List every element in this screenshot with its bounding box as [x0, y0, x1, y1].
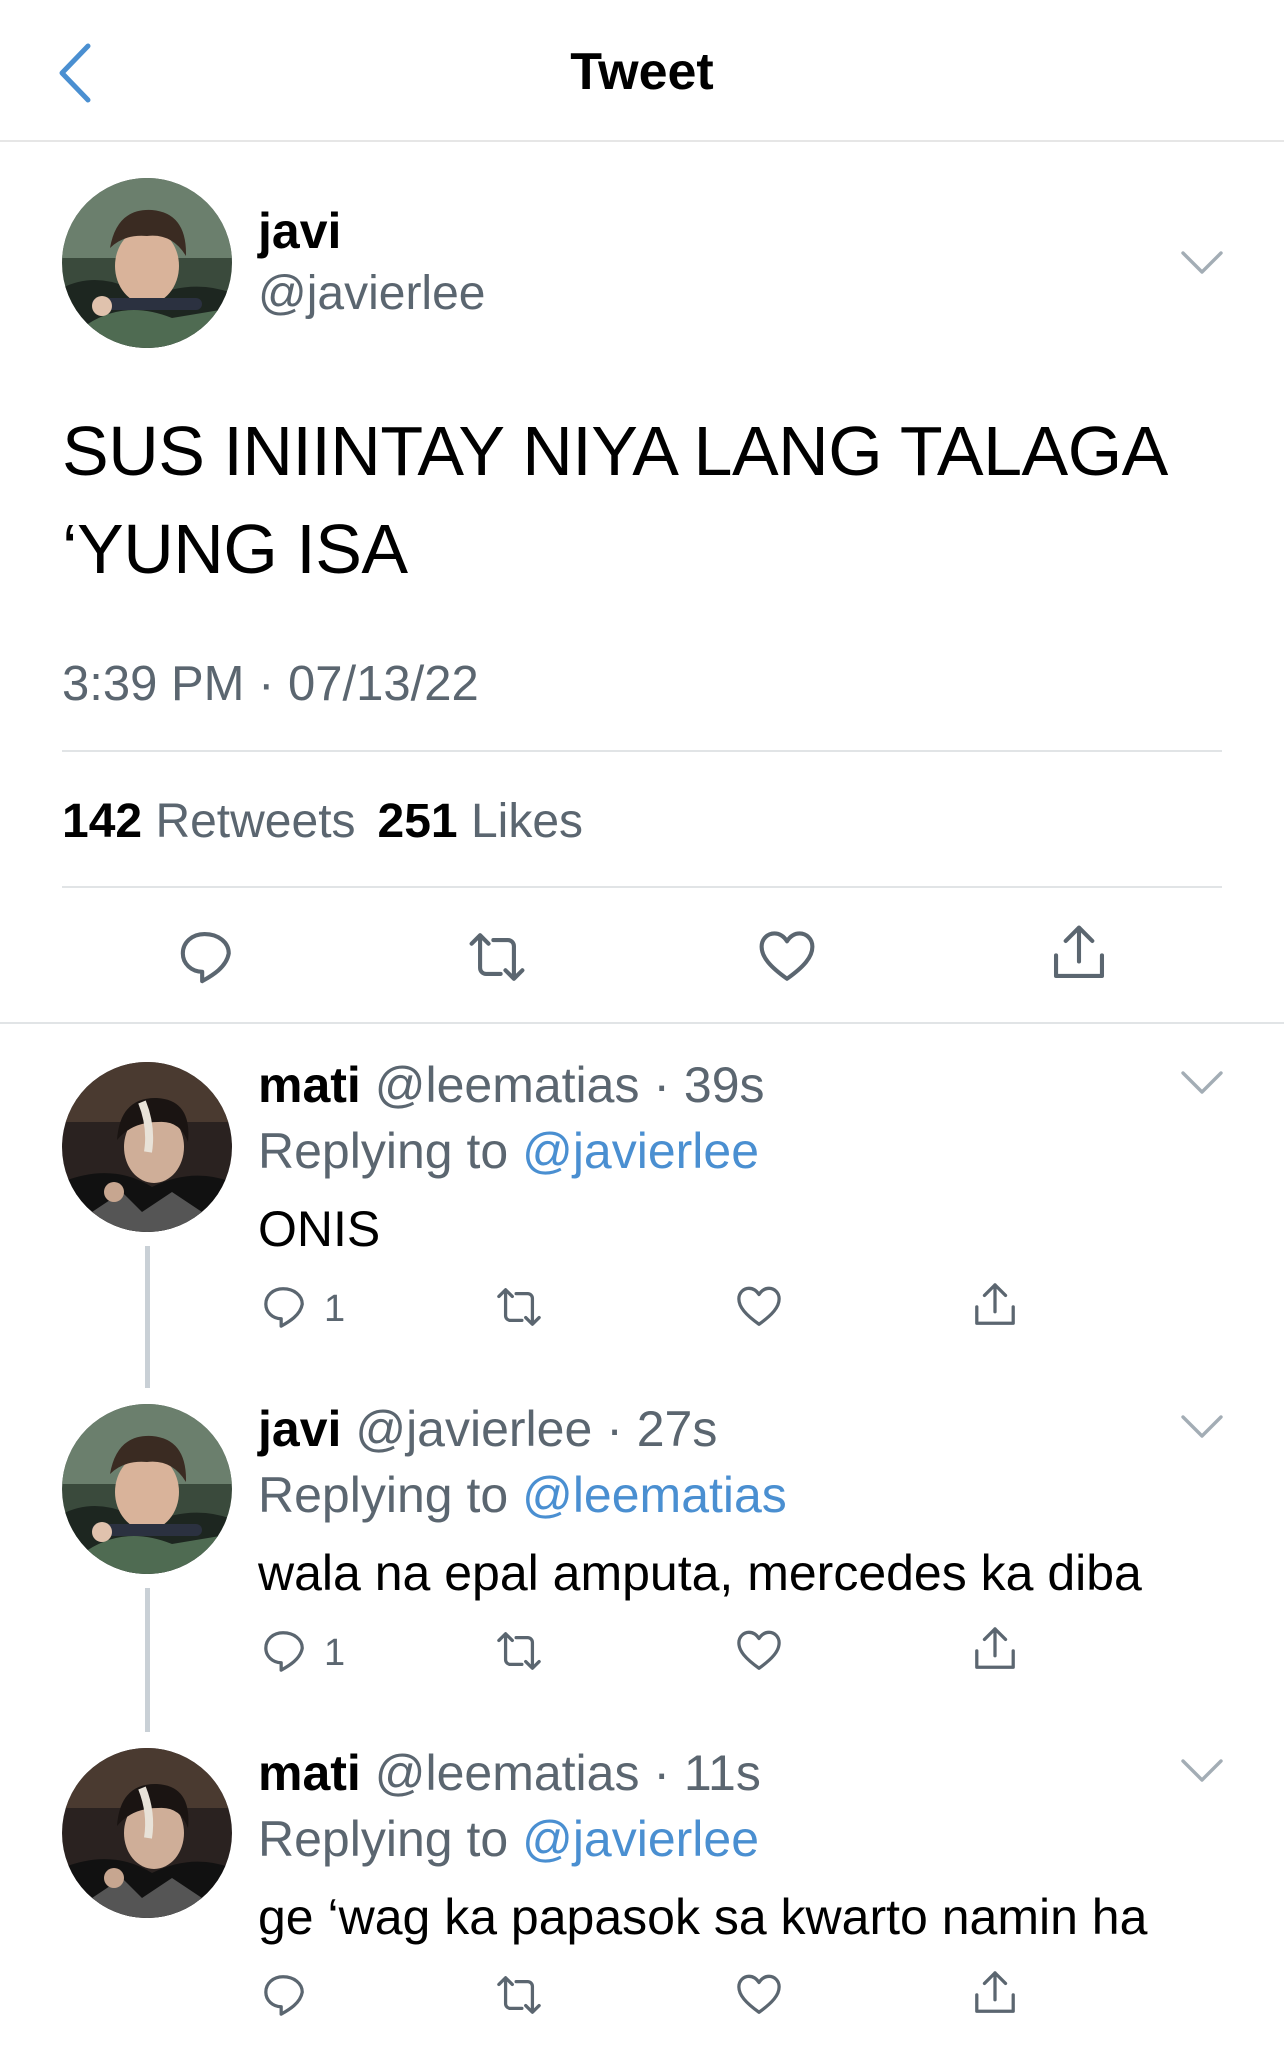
like-button[interactable] — [736, 1628, 782, 1674]
reply-time: · 27s — [606, 1401, 718, 1457]
avatar[interactable] — [62, 178, 232, 348]
chevron-down-icon — [1180, 1068, 1224, 1098]
reply-header: mati @leematias · 39s — [258, 1056, 765, 1114]
reply-icon — [262, 1628, 308, 1674]
chevron-down-icon — [1180, 1412, 1224, 1442]
reply-button[interactable] — [262, 1972, 308, 2018]
author-handle[interactable]: @javierlee — [258, 266, 485, 321]
reply-header: javi @javierlee · 27s — [258, 1400, 717, 1458]
replying-prefix: Replying to — [258, 1467, 509, 1523]
replying-prefix: Replying to — [258, 1811, 509, 1867]
like-count: 251 — [377, 795, 458, 848]
top-bar: Tweet — [0, 0, 1284, 142]
retweet-count: 142 — [62, 795, 143, 848]
reply-author-handle[interactable]: @javierlee — [355, 1401, 592, 1457]
share-button[interactable] — [1050, 924, 1108, 982]
reply-icon — [262, 1284, 308, 1330]
replying-to: Replying to @javierlee — [258, 1122, 759, 1180]
reply-count: 1 — [324, 1632, 346, 1674]
like-icon — [736, 1284, 782, 1330]
more-options-button[interactable] — [1180, 1756, 1224, 1786]
retweet-icon — [496, 1284, 542, 1330]
tweet-timestamp: 3:39 PM · 07/13/22 — [62, 657, 479, 711]
retweets-stat[interactable]: 142 Retweets — [62, 795, 356, 848]
reply-button[interactable] — [178, 928, 236, 986]
reply-author-name[interactable]: mati — [258, 1057, 361, 1113]
reply-button[interactable] — [262, 1628, 308, 1674]
retweet-icon — [496, 1972, 542, 2018]
thread-line — [145, 1588, 150, 1732]
tweet-text: SUS INIINTAY NIYA LANG TALAGA ‘YUNG ISA — [62, 402, 1242, 598]
reply-icon — [262, 1972, 308, 2018]
like-icon — [736, 1972, 782, 2018]
retweet-button[interactable] — [496, 1628, 542, 1674]
like-icon — [736, 1628, 782, 1674]
share-icon — [1050, 924, 1108, 982]
tweet-text-line: ‘YUNG ISA — [62, 510, 408, 588]
thread-line — [145, 1246, 150, 1388]
retweet-icon — [468, 928, 526, 986]
replying-prefix: Replying to — [258, 1123, 509, 1179]
reply-time: · 11s — [653, 1745, 761, 1801]
retweet-button[interactable] — [468, 928, 526, 986]
like-button[interactable] — [736, 1284, 782, 1330]
likes-stat[interactable]: 251 Likes — [378, 795, 584, 848]
reply-text: ONIS — [258, 1201, 381, 1257]
reply-text: wala na epal amputa, mercedes ka diba — [258, 1545, 1142, 1601]
share-button[interactable] — [972, 1282, 1018, 1328]
reply-author-handle[interactable]: @leematias — [375, 1745, 640, 1801]
share-button[interactable] — [972, 1626, 1018, 1672]
like-label: Likes — [470, 795, 584, 848]
chevron-down-icon — [1180, 1756, 1224, 1786]
tweet-text-line: SUS INIINTAY NIYA LANG TALAGA — [62, 412, 1168, 490]
retweet-icon — [496, 1628, 542, 1674]
share-icon — [972, 1626, 1018, 1672]
reply-time: · 39s — [653, 1057, 765, 1113]
author-name[interactable]: javi — [258, 202, 341, 260]
reply-count: 1 — [324, 1288, 346, 1330]
retweet-button[interactable] — [496, 1284, 542, 1330]
reply-author-handle[interactable]: @leematias — [375, 1057, 640, 1113]
avatar[interactable] — [62, 1062, 232, 1232]
more-options-button[interactable] — [1180, 1068, 1224, 1098]
replying-to: Replying to @leematias — [258, 1466, 787, 1524]
retweet-button[interactable] — [496, 1972, 542, 2018]
divider — [62, 750, 1222, 752]
reply-header: mati @leematias · 11s — [258, 1744, 761, 1802]
reply-text: ge ‘wag ka papasok sa kwarto namin ha — [258, 1889, 1148, 1945]
divider — [0, 1022, 1284, 1024]
reply-author-name[interactable]: mati — [258, 1745, 361, 1801]
reply-button[interactable] — [262, 1284, 308, 1330]
like-icon — [758, 928, 816, 986]
retweet-label: Retweets — [155, 795, 356, 848]
share-icon — [972, 1970, 1018, 2016]
avatar[interactable] — [62, 1748, 232, 1918]
share-icon — [972, 1282, 1018, 1328]
like-button[interactable] — [758, 928, 816, 986]
mention-link[interactable]: @javierlee — [522, 1123, 759, 1179]
share-button[interactable] — [972, 1970, 1018, 2016]
more-options-button[interactable] — [1180, 248, 1224, 278]
tweet-stats: 142 Retweets 251 Likes — [62, 794, 583, 849]
divider — [62, 886, 1222, 888]
reply-author-name[interactable]: javi — [258, 1401, 341, 1457]
reply-icon — [178, 928, 236, 986]
page-title: Tweet — [570, 43, 714, 101]
like-button[interactable] — [736, 1972, 782, 2018]
replying-to: Replying to @javierlee — [258, 1810, 759, 1868]
chevron-down-icon — [1180, 248, 1224, 278]
mention-link[interactable]: @javierlee — [522, 1811, 759, 1867]
avatar[interactable] — [62, 1404, 232, 1574]
more-options-button[interactable] — [1180, 1412, 1224, 1442]
mention-link[interactable]: @leematias — [522, 1467, 787, 1523]
